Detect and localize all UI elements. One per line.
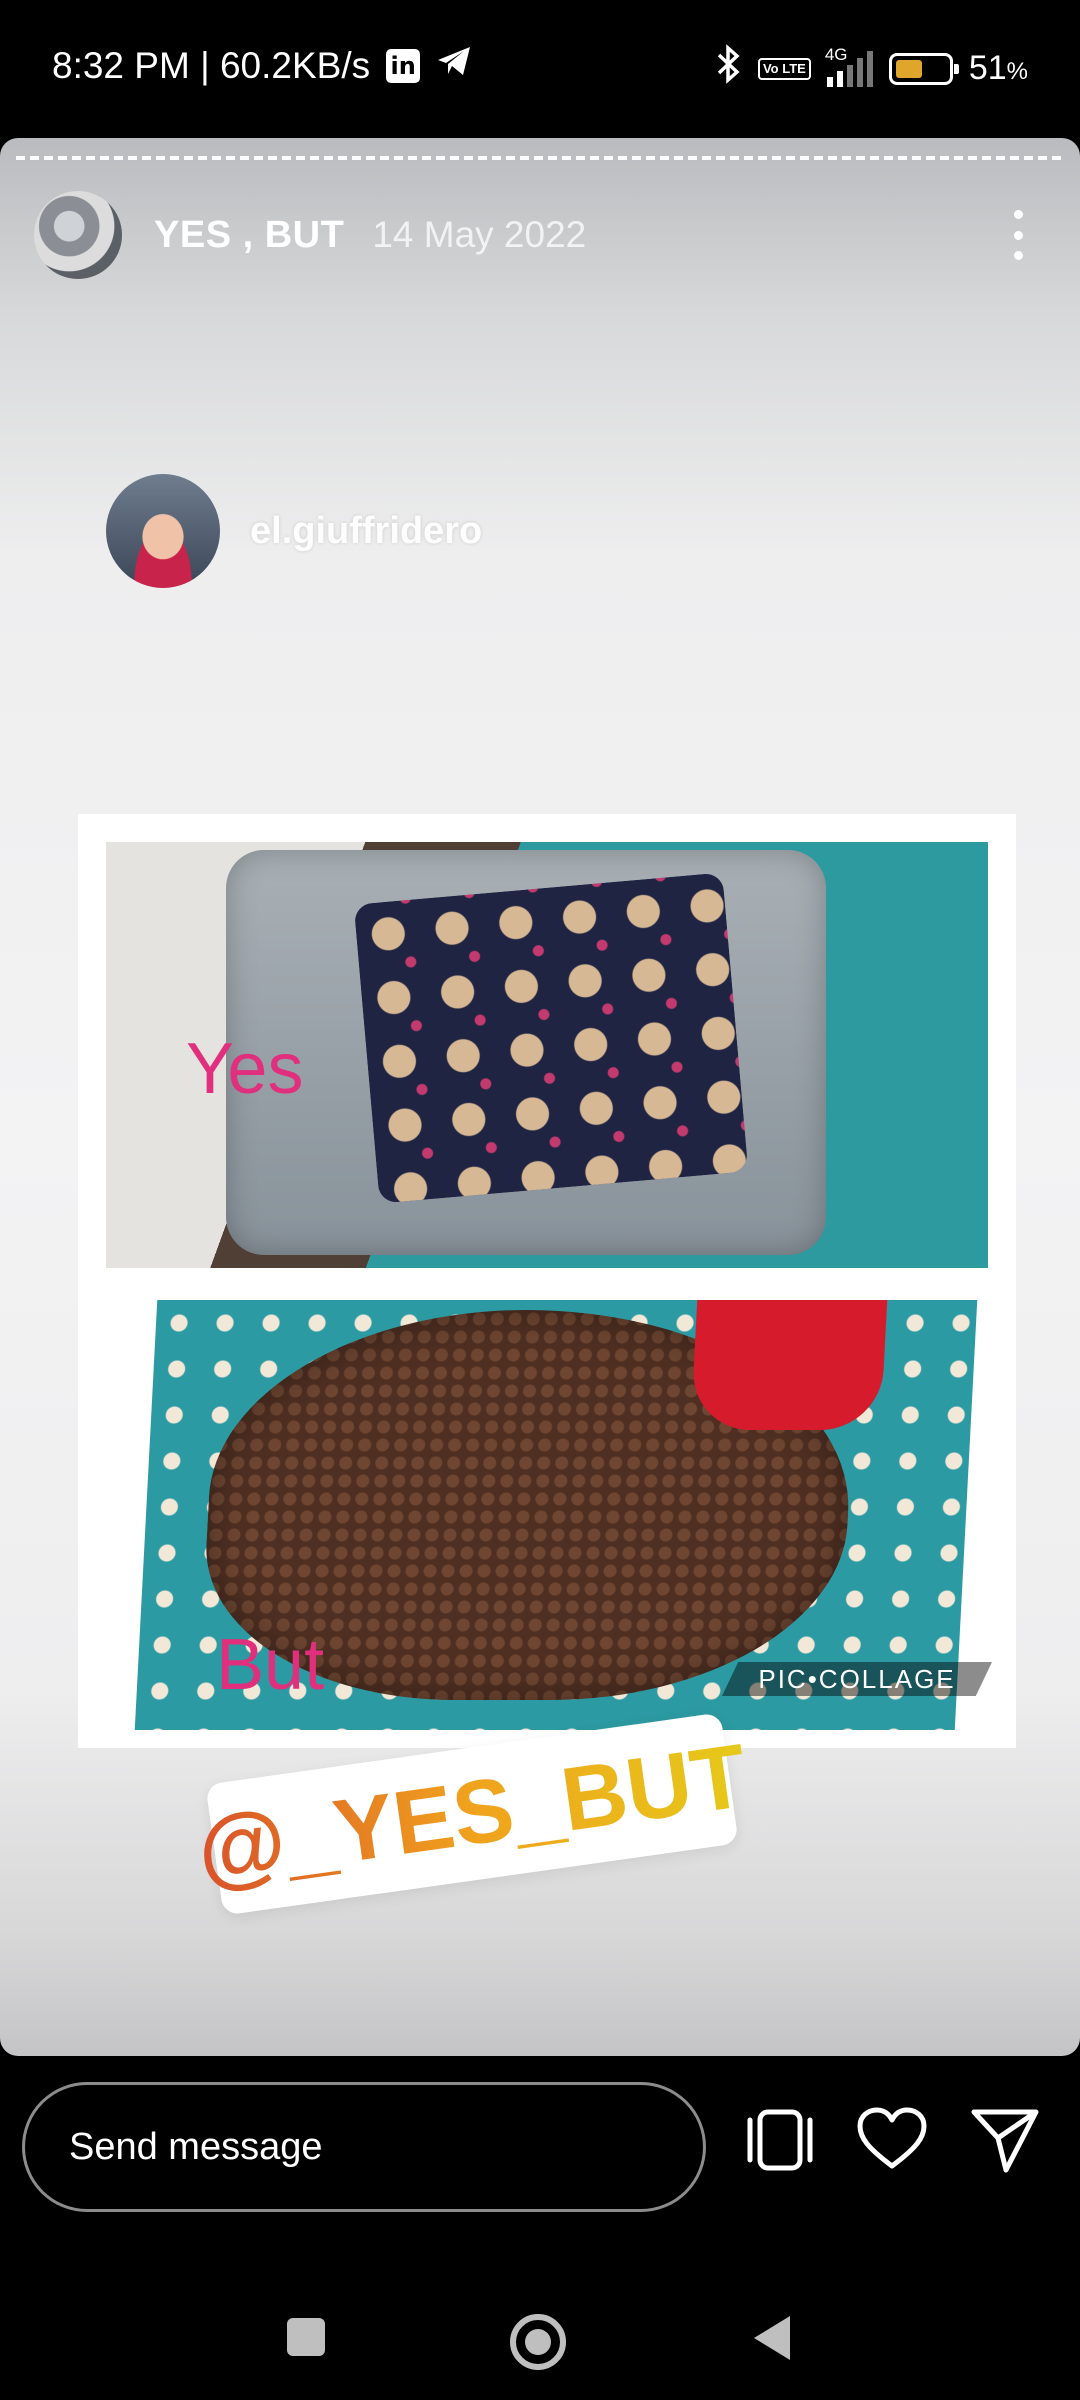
screen: 8:32 PM | 60.2KB/s in Vo LTE 4G 51% YES … xyxy=(0,0,1080,2400)
battery-fill xyxy=(895,59,922,78)
telegram-icon xyxy=(436,44,472,87)
battery-icon xyxy=(888,52,959,85)
caption-but: But xyxy=(216,1625,325,1705)
story-header: YES , BUT 14 May 2022 xyxy=(34,190,1046,280)
volte-badge: Vo LTE xyxy=(757,57,811,80)
home-button[interactable] xyxy=(510,2314,566,2370)
teddy-blanket xyxy=(353,872,749,1204)
more-options-icon[interactable] xyxy=(1008,210,1028,260)
heart-icon[interactable] xyxy=(854,2102,930,2178)
collage-image: PIC•COLLAGE xyxy=(78,814,1016,1748)
status-bar: 8:32 PM | 60.2KB/s in Vo LTE 4G 51% xyxy=(0,0,1080,136)
back-button[interactable] xyxy=(754,2316,790,2360)
bluetooth-icon xyxy=(716,44,742,93)
status-right: Vo LTE 4G 51% xyxy=(716,44,1028,93)
network-label: 4G xyxy=(824,44,848,64)
status-time: 8:32 PM | 60.2KB/s xyxy=(52,44,371,86)
story-username[interactable]: YES , BUT xyxy=(154,214,344,257)
recent-apps-button[interactable] xyxy=(287,2318,325,2356)
caption-yes: Yes xyxy=(186,1029,304,1109)
story-date: 14 May 2022 xyxy=(372,214,587,255)
battery-value: 51 xyxy=(968,49,1007,87)
story-avatar[interactable] xyxy=(34,191,122,279)
battery-percent: 51% xyxy=(969,49,1028,88)
story-card[interactable]: YES , BUT 14 May 2022 el.giuffridero PIC… xyxy=(0,138,1080,2056)
signal-icon: 4G xyxy=(825,45,873,87)
reshared-username[interactable]: el.giuffridero xyxy=(250,510,482,553)
linkedin-icon: in xyxy=(386,48,421,83)
reels-icon[interactable] xyxy=(742,2102,818,2178)
reshared-user[interactable]: el.giuffridero xyxy=(106,474,482,588)
mention-sticker-text: @_YES_BUT xyxy=(191,1725,753,1902)
status-left: 8:32 PM | 60.2KB/s in xyxy=(52,44,472,87)
reply-bar: Send message xyxy=(0,2056,1080,2236)
battery-unit: % xyxy=(1006,58,1028,85)
send-message-input[interactable]: Send message xyxy=(22,2082,706,2212)
battery-tip xyxy=(953,63,959,74)
red-slipper xyxy=(690,1300,888,1430)
pic-collage-badge: PIC•COLLAGE xyxy=(722,1662,992,1696)
reshared-user-avatar[interactable] xyxy=(106,474,220,588)
send-icon[interactable] xyxy=(966,2102,1042,2178)
story-progress-bar xyxy=(16,156,1064,160)
send-message-placeholder: Send message xyxy=(69,2125,323,2168)
navigation-bar xyxy=(0,2236,1080,2400)
